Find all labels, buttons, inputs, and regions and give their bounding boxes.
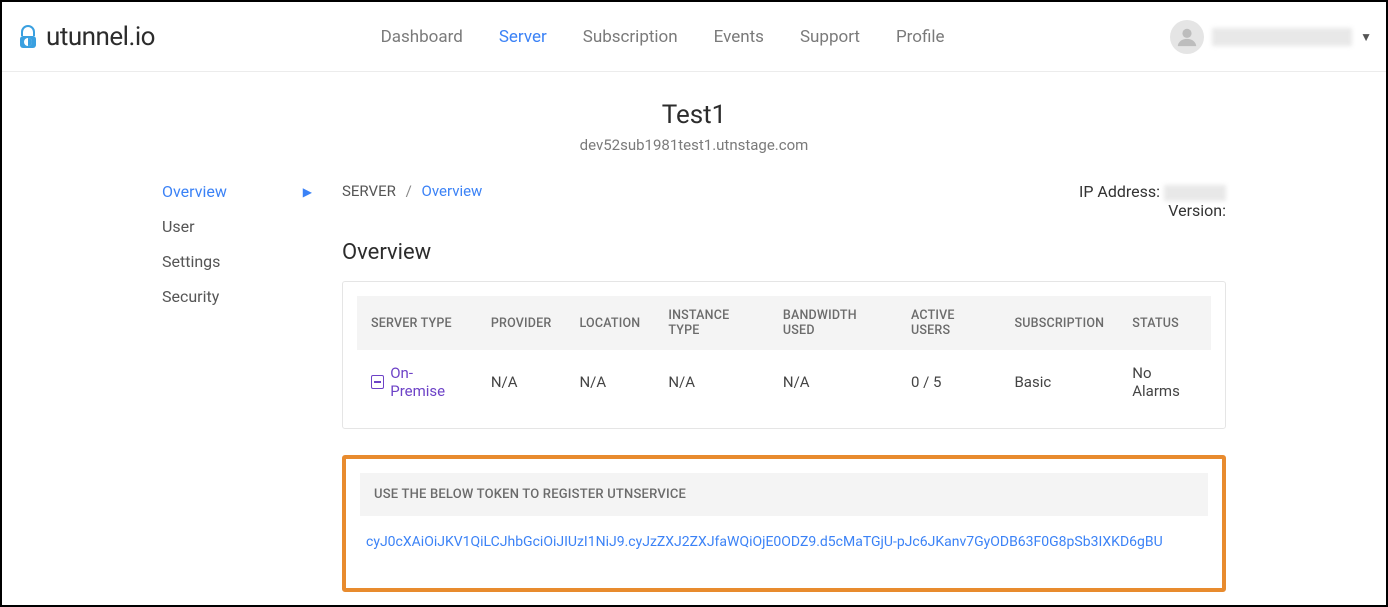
brand-logo[interactable]: utunnel.io bbox=[16, 22, 155, 52]
overview-card: SERVER TYPE PROVIDER LOCATION INSTANCE T… bbox=[342, 281, 1226, 429]
overview-table: SERVER TYPE PROVIDER LOCATION INSTANCE T… bbox=[357, 296, 1211, 400]
username-redacted bbox=[1212, 28, 1352, 46]
table-row: On-Premise N/A N/A N/A N/A 0 / 5 Basic N… bbox=[357, 350, 1211, 400]
cell-instance-type: N/A bbox=[654, 350, 769, 400]
nav-server[interactable]: Server bbox=[499, 27, 547, 47]
sidebar-item-label: Overview bbox=[162, 182, 227, 201]
chevron-down-icon: ▼ bbox=[1360, 30, 1372, 44]
th-instance-type: INSTANCE TYPE bbox=[654, 296, 769, 350]
sidebar-item-overview[interactable]: Overview ▶ bbox=[162, 182, 312, 201]
breadcrumb-current: Overview bbox=[422, 182, 483, 200]
th-active-users: ACTIVE USERS bbox=[897, 296, 1000, 350]
cell-subscription: Basic bbox=[1000, 350, 1118, 400]
brand-logo-icon bbox=[16, 23, 40, 51]
cell-status: No Alarms bbox=[1118, 350, 1211, 400]
section-title: Overview bbox=[342, 240, 1226, 265]
on-premise-icon bbox=[371, 375, 384, 389]
breadcrumb-sep: / bbox=[406, 182, 412, 200]
nav-profile[interactable]: Profile bbox=[896, 27, 945, 47]
cell-active-users: 0 / 5 bbox=[897, 350, 1000, 400]
server-meta: IP Address: Version: bbox=[1079, 182, 1226, 220]
table-header-row: SERVER TYPE PROVIDER LOCATION INSTANCE T… bbox=[357, 296, 1211, 350]
page-subtitle: dev52sub1981test1.utnstage.com bbox=[162, 136, 1226, 154]
token-header: USE THE BELOW TOKEN TO REGISTER UTNSERVI… bbox=[360, 473, 1208, 516]
sidebar-item-settings[interactable]: Settings bbox=[162, 252, 312, 271]
th-location: LOCATION bbox=[565, 296, 654, 350]
server-type-label[interactable]: On-Premise bbox=[371, 364, 463, 400]
cell-server-type: On-Premise bbox=[357, 350, 477, 400]
topbar: utunnel.io Dashboard Server Subscription… bbox=[2, 2, 1386, 72]
nav-events[interactable]: Events bbox=[714, 27, 764, 47]
main-content: SERVER / Overview IP Address: Version: O… bbox=[342, 182, 1226, 592]
breadcrumb: SERVER / Overview bbox=[342, 182, 482, 200]
page-body: Test1 dev52sub1981test1.utnstage.com Ove… bbox=[2, 72, 1386, 592]
sidebar-item-label: Settings bbox=[162, 252, 220, 271]
th-status: STATUS bbox=[1118, 296, 1211, 350]
cell-bandwidth: N/A bbox=[769, 350, 897, 400]
nav-dashboard[interactable]: Dashboard bbox=[381, 27, 463, 47]
ip-value-redacted bbox=[1164, 185, 1226, 201]
sidebar-item-user[interactable]: User bbox=[162, 217, 312, 236]
sidebar-item-security[interactable]: Security bbox=[162, 287, 312, 306]
user-menu[interactable]: ▼ bbox=[1170, 20, 1372, 54]
cell-provider: N/A bbox=[477, 350, 566, 400]
th-provider: PROVIDER bbox=[477, 296, 566, 350]
arrow-right-icon: ▶ bbox=[303, 185, 312, 199]
main-nav: Dashboard Server Subscription Events Sup… bbox=[381, 27, 945, 47]
th-bandwidth: BANDWIDTH USED bbox=[769, 296, 897, 350]
token-value[interactable]: cyJ0cXAiOiJKV1QiLCJhbGciOiJIUzI1NiJ9.cyJ… bbox=[360, 516, 1208, 574]
breadcrumb-root[interactable]: SERVER bbox=[342, 182, 396, 200]
cell-location: N/A bbox=[565, 350, 654, 400]
ip-label: IP Address: bbox=[1079, 182, 1160, 201]
avatar-icon bbox=[1170, 20, 1204, 54]
token-card: USE THE BELOW TOKEN TO REGISTER UTNSERVI… bbox=[342, 455, 1226, 592]
nav-support[interactable]: Support bbox=[800, 27, 860, 47]
page-title: Test1 bbox=[162, 100, 1226, 130]
nav-subscription[interactable]: Subscription bbox=[583, 27, 678, 47]
sidebar: Overview ▶ User Settings Security bbox=[162, 182, 312, 592]
sidebar-item-label: User bbox=[162, 217, 195, 236]
version-label: Version: bbox=[1079, 201, 1226, 220]
brand-name: utunnel.io bbox=[46, 22, 155, 52]
sidebar-item-label: Security bbox=[162, 287, 219, 306]
th-server-type: SERVER TYPE bbox=[357, 296, 477, 350]
th-subscription: SUBSCRIPTION bbox=[1000, 296, 1118, 350]
